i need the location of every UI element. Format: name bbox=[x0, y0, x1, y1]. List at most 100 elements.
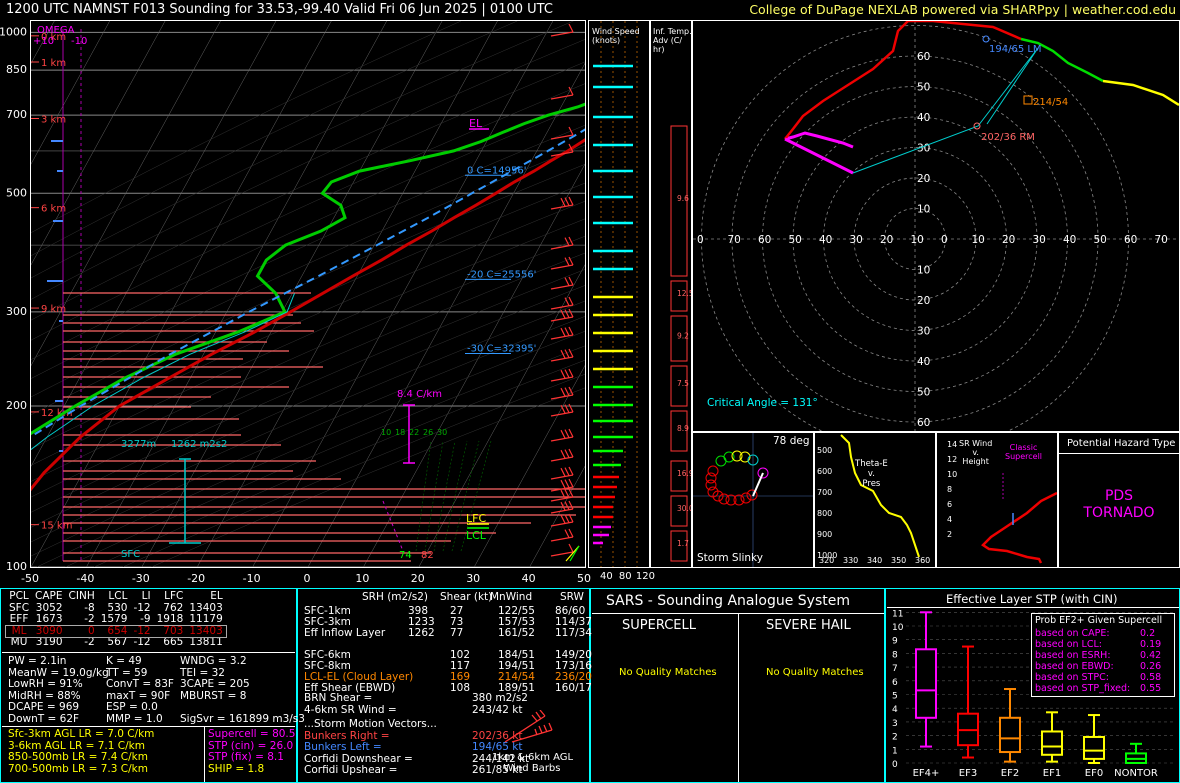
sars-supercell: SUPERCELL bbox=[622, 618, 696, 633]
prob-value: 0.19 bbox=[1140, 639, 1162, 650]
theta-x-tick: 320 bbox=[819, 556, 834, 565]
hazard-panel: Potential Hazard Type PDS TORNADO bbox=[1058, 432, 1180, 568]
temp-tick: 20 bbox=[411, 572, 425, 585]
hazard-title: Potential Hazard Type bbox=[1067, 438, 1176, 449]
agl-wind-barbs bbox=[504, 710, 553, 743]
srwind-y-tick: 6 bbox=[947, 500, 952, 509]
adv-value: 1.7 bbox=[677, 539, 689, 548]
idx-sigsvr: SigSvr = 161899 m3/s3 bbox=[180, 712, 305, 725]
kin-cell: 108 bbox=[450, 682, 471, 694]
parcel-cell: CINH bbox=[68, 590, 95, 602]
temp-advection-bars: 9.6 12.5 9.2 7.5 8.9 16.9 30.0 1.7 bbox=[670, 125, 691, 562]
profile-line-0 bbox=[31, 138, 585, 492]
wind-barb bbox=[550, 543, 574, 557]
idx-wndg: WNDG = 3.2 bbox=[180, 655, 247, 667]
brn-block: BRN Shear = 380 m2/s2 4-6km SR Wind = 243/… bbox=[304, 692, 529, 777]
adv-value: 8.9 bbox=[677, 424, 689, 433]
height-label: 9 km bbox=[41, 304, 66, 315]
adv-value: 9.2 bbox=[677, 332, 689, 341]
mean-wind-label: 214/54 bbox=[1033, 97, 1068, 108]
kin-cell: 1262 bbox=[408, 627, 435, 639]
srwind-y-tick: 8 bbox=[947, 485, 952, 494]
storm-slinky-panel: 78 deg Storm Slinky bbox=[692, 432, 814, 568]
wind-tick-40: 40 bbox=[600, 571, 613, 582]
bunkers-right-label: Bunkers Right = bbox=[304, 729, 390, 742]
stp-category: EF3 bbox=[959, 768, 977, 779]
prob-value: 0.58 bbox=[1140, 672, 1162, 683]
wetbulb-tick: 18 bbox=[395, 428, 405, 437]
eff-srh: 1262 m2s2 bbox=[171, 439, 227, 450]
hodo-axis-tick: 50 bbox=[789, 234, 802, 246]
prob-label: based on LCL: bbox=[1035, 639, 1102, 650]
wind-speed-ticks: 40 80 120 bbox=[600, 571, 655, 582]
kin-cell: 161/52 bbox=[498, 627, 535, 639]
skewt-panel: 15 km 12 km 9 km 6 km 3 km 1 km 0 km OMEGA +10 -1… bbox=[30, 20, 586, 568]
parcel-cell: -2 bbox=[84, 613, 95, 625]
pressure-tick: 500 bbox=[6, 186, 27, 199]
iso-label: -30 C=32395' bbox=[467, 343, 536, 354]
omega-right: -10 bbox=[71, 36, 87, 47]
wind46-label: 4-6km SR Wind = bbox=[304, 703, 397, 716]
stp-title: Effective Layer STP (with CIN) bbox=[946, 592, 1118, 606]
idx-lowrh: LowRH = 91% bbox=[8, 678, 83, 690]
idx-dcape: DCAPE = 969 bbox=[8, 701, 80, 713]
sars-hail: SEVERE HAIL bbox=[766, 618, 851, 633]
theta-x-tick: 360 bbox=[915, 556, 930, 565]
sr-wind-title: SR Wind v. Height bbox=[959, 439, 993, 466]
hodo-axis-tick: 30 bbox=[850, 234, 863, 246]
hodo-ring-label: 20 bbox=[917, 295, 930, 307]
profile-line-2 bbox=[31, 128, 585, 438]
kin-header: MnWind bbox=[490, 591, 533, 603]
parcel-table: PCL CAPE CINH LCL LI LFC EL SFC 3052 -8 530 -12 762 1… bbox=[5, 590, 227, 649]
hodo-ring-label: 50 bbox=[917, 82, 930, 94]
parcel-cell: LCL bbox=[108, 590, 128, 602]
lcl-label: LCL bbox=[466, 529, 487, 542]
srwind-y-tick: 4 bbox=[947, 515, 952, 524]
sars-nomatch-supercell: No Quality Matches bbox=[619, 667, 717, 678]
lr-sfc3: Sfc-3km AGL LR = 7.0 C/km bbox=[8, 728, 155, 740]
classic-supercell-label: Classic Supercell bbox=[1005, 443, 1043, 461]
slinky-label: Storm Slinky bbox=[697, 552, 763, 564]
temp-tick: -30 bbox=[132, 572, 150, 585]
temp-tick: 0 bbox=[304, 572, 311, 585]
stp-category: EF2 bbox=[1001, 768, 1019, 779]
parcel-cell: LFC bbox=[164, 590, 184, 602]
wind-barb bbox=[550, 236, 574, 250]
sfc-dewpoint: 74 bbox=[399, 550, 412, 561]
hodo-ring-label: 40 bbox=[917, 356, 930, 368]
stp-y-tick: 7 bbox=[892, 664, 898, 674]
wind-barb bbox=[550, 308, 574, 322]
idx-mburst: MBURST = 8 bbox=[180, 689, 247, 702]
hodo-axis-tick: 60 bbox=[758, 234, 771, 246]
parcel-cell: 567 bbox=[107, 636, 128, 648]
stp-y-tick: 1 bbox=[892, 746, 898, 756]
parcel-cell: 665 bbox=[163, 636, 184, 648]
hodo-axis-tick: 20 bbox=[1002, 234, 1015, 246]
kin-header: SRW bbox=[560, 591, 584, 603]
pressure-tick: 1000 bbox=[0, 25, 27, 38]
corfidi-up-label: Corfidi Upshear = bbox=[304, 764, 398, 776]
indices-col1: PW = 2.1in MeanW = 19.0g/kg LowRH = 91% … bbox=[8, 655, 109, 725]
parcel-row: EFF 1673 -2 1579 -9 1918 11179 bbox=[6, 613, 226, 626]
parcel-cell: 11179 bbox=[189, 613, 223, 625]
hodo-ring-label: 10 bbox=[917, 265, 930, 277]
height-label: 1 km bbox=[41, 58, 66, 69]
theta-e-plot: 5006007008009001000320 330 340 350 360 bbox=[817, 434, 930, 565]
wind-speed-panel: Wind Speed (knots) bbox=[588, 20, 650, 568]
hodo-ring-label: 50 bbox=[917, 387, 930, 399]
hodo-axis-tick: 10 bbox=[911, 234, 924, 246]
height-label: 3 km bbox=[41, 114, 66, 125]
stp-y-tick: 10 bbox=[892, 623, 904, 633]
theta-y-tick: 600 bbox=[817, 467, 832, 476]
page-title: 1200 UTC NAMNST F013 Sounding for 33.53,… bbox=[6, 2, 553, 17]
hodograph-plot: 0 70 60 50 40 30 20 10 0 10 20 30 40 50 60 70 10 10 20 20 30… bbox=[693, 21, 1179, 431]
eff-depth: 3277m bbox=[121, 439, 156, 450]
parcel-cell: EFF bbox=[9, 613, 29, 625]
wind-barb bbox=[550, 513, 574, 527]
composites: Supercell = 80.5 STP (cin) = 26.0 STP (f… bbox=[208, 728, 295, 775]
kin-cell: 117/34 bbox=[555, 627, 592, 639]
wind-barb bbox=[550, 348, 574, 362]
stp-category: EF1 bbox=[1043, 768, 1061, 779]
kin-header: SRH (m2/s2) bbox=[362, 591, 428, 603]
prob-value: 0.2 bbox=[1140, 628, 1156, 639]
